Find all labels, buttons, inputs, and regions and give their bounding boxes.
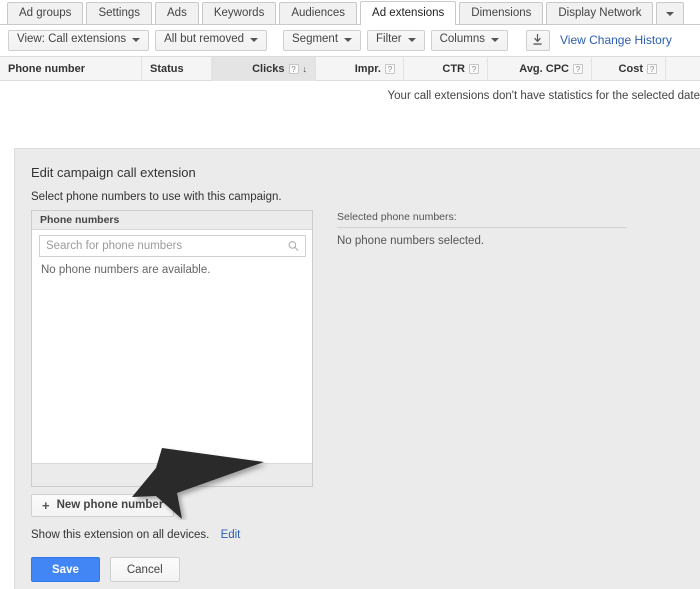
column-header-impressions[interactable]: Impr. ? [316,57,404,81]
edit-call-extension-panel: Edit campaign call extension Select phon… [14,148,700,589]
tab-audiences[interactable]: Audiences [279,2,357,24]
device-preference-edit-link[interactable]: Edit [221,529,241,541]
search-row [32,230,312,262]
selected-phone-numbers-section: Selected phone numbers: No phone numbers… [337,211,627,247]
segment-label: Segment [292,34,338,46]
device-preference-row: Show this extension on all devices. Edit [31,529,240,541]
panel-actions: Save Cancel [31,557,180,582]
list-scroll-area[interactable] [32,276,312,444]
tab-ad-extensions[interactable]: Ad extensions [360,1,456,25]
tab-label: Display Network [558,8,641,20]
listbox-footer [32,463,312,486]
column-header-spacer [666,57,700,81]
chevron-down-icon [132,38,140,42]
main-tab-bar: Ad groups Settings Ads Keywords Audience… [0,0,700,25]
tab-settings[interactable]: Settings [86,2,152,24]
search-input[interactable] [40,236,305,256]
column-header-clicks[interactable]: Clicks ? ↓ [212,57,316,81]
panel-title: Edit campaign call extension [31,165,196,180]
table-body: Your call extensions don't have statisti… [0,81,700,118]
download-icon [532,34,543,46]
help-icon[interactable]: ? [385,64,395,74]
tab-display-network[interactable]: Display Network [546,2,653,24]
chevron-down-icon [344,38,352,42]
help-icon[interactable]: ? [573,64,583,74]
column-header-cost[interactable]: Cost ? [592,57,666,81]
column-header-ctr[interactable]: CTR ? [404,57,488,81]
sort-descending-icon: ↓ [303,64,308,74]
tab-label: Settings [98,8,140,20]
panel-subtitle: Select phone numbers to use with this ca… [31,191,282,203]
status-filter-button[interactable]: All but removed [155,30,267,51]
new-phone-number-label: New phone number [57,500,164,512]
column-label: Impr. [355,63,381,75]
column-label: Clicks [252,63,284,75]
view-selector-button[interactable]: View: Call extensions [8,30,149,51]
help-icon[interactable]: ? [469,64,479,74]
tab-label: Ad groups [19,8,71,20]
chevron-down-icon [666,12,674,16]
adwords-ad-extensions-page: Ad groups Settings Ads Keywords Audience… [0,0,700,589]
tab-label: Audiences [291,8,345,20]
chevron-down-icon [250,38,258,42]
filter-label: Filter [376,34,402,46]
tab-dimensions[interactable]: Dimensions [459,2,543,24]
segment-button[interactable]: Segment [283,30,361,51]
stats-table: Phone number Status Clicks ? ↓ Impr. ? C… [0,56,700,118]
selected-empty-message: No phone numbers selected. [337,228,627,247]
help-icon[interactable]: ? [647,64,657,74]
search-box[interactable] [39,235,306,257]
chevron-down-icon [408,38,416,42]
tab-label: Ads [167,8,187,20]
column-header-status[interactable]: Status [142,57,212,81]
listbox-header: Phone numbers [32,211,312,230]
help-icon[interactable]: ? [289,64,299,74]
selected-phone-numbers-label: Selected phone numbers: [337,211,627,228]
tab-label: Keywords [214,8,265,20]
tab-keywords[interactable]: Keywords [202,2,277,24]
column-label: Phone number [8,63,85,75]
save-button[interactable]: Save [31,557,100,582]
cancel-button[interactable]: Cancel [110,557,180,582]
table-header-row: Phone number Status Clicks ? ↓ Impr. ? C… [0,57,700,81]
tab-label: Dimensions [471,8,531,20]
column-label: CTR [442,63,465,75]
tab-more-dropdown[interactable] [656,2,684,24]
chevron-down-icon [491,38,499,42]
column-label: Avg. CPC [519,63,569,75]
phone-numbers-listbox: Phone numbers No phone numbers are avail… [31,210,313,487]
new-phone-number-button[interactable]: + New phone number [31,494,174,517]
column-label: Cost [619,63,643,75]
column-header-avg-cpc[interactable]: Avg. CPC ? [488,57,592,81]
list-empty-message: No phone numbers are available. [32,262,312,276]
columns-label: Columns [440,34,485,46]
plus-icon: + [42,499,50,512]
tab-ad-groups[interactable]: Ad groups [7,2,83,24]
tab-ads[interactable]: Ads [155,2,199,24]
table-toolbar: View: Call extensions All but removed Se… [0,25,700,55]
no-statistics-message: Your call extensions don't have statisti… [388,90,700,102]
tab-label: Ad extensions [372,8,444,20]
status-filter-label: All but removed [164,34,244,46]
columns-button[interactable]: Columns [431,30,508,51]
download-button[interactable] [526,30,550,51]
filter-button[interactable]: Filter [367,30,425,51]
column-label: Status [150,63,184,75]
column-header-phone-number[interactable]: Phone number [0,57,142,81]
view-change-history-link[interactable]: View Change History [560,33,672,47]
view-selector-label: View: Call extensions [17,34,126,46]
device-preference-text: Show this extension on all devices. [31,529,209,541]
